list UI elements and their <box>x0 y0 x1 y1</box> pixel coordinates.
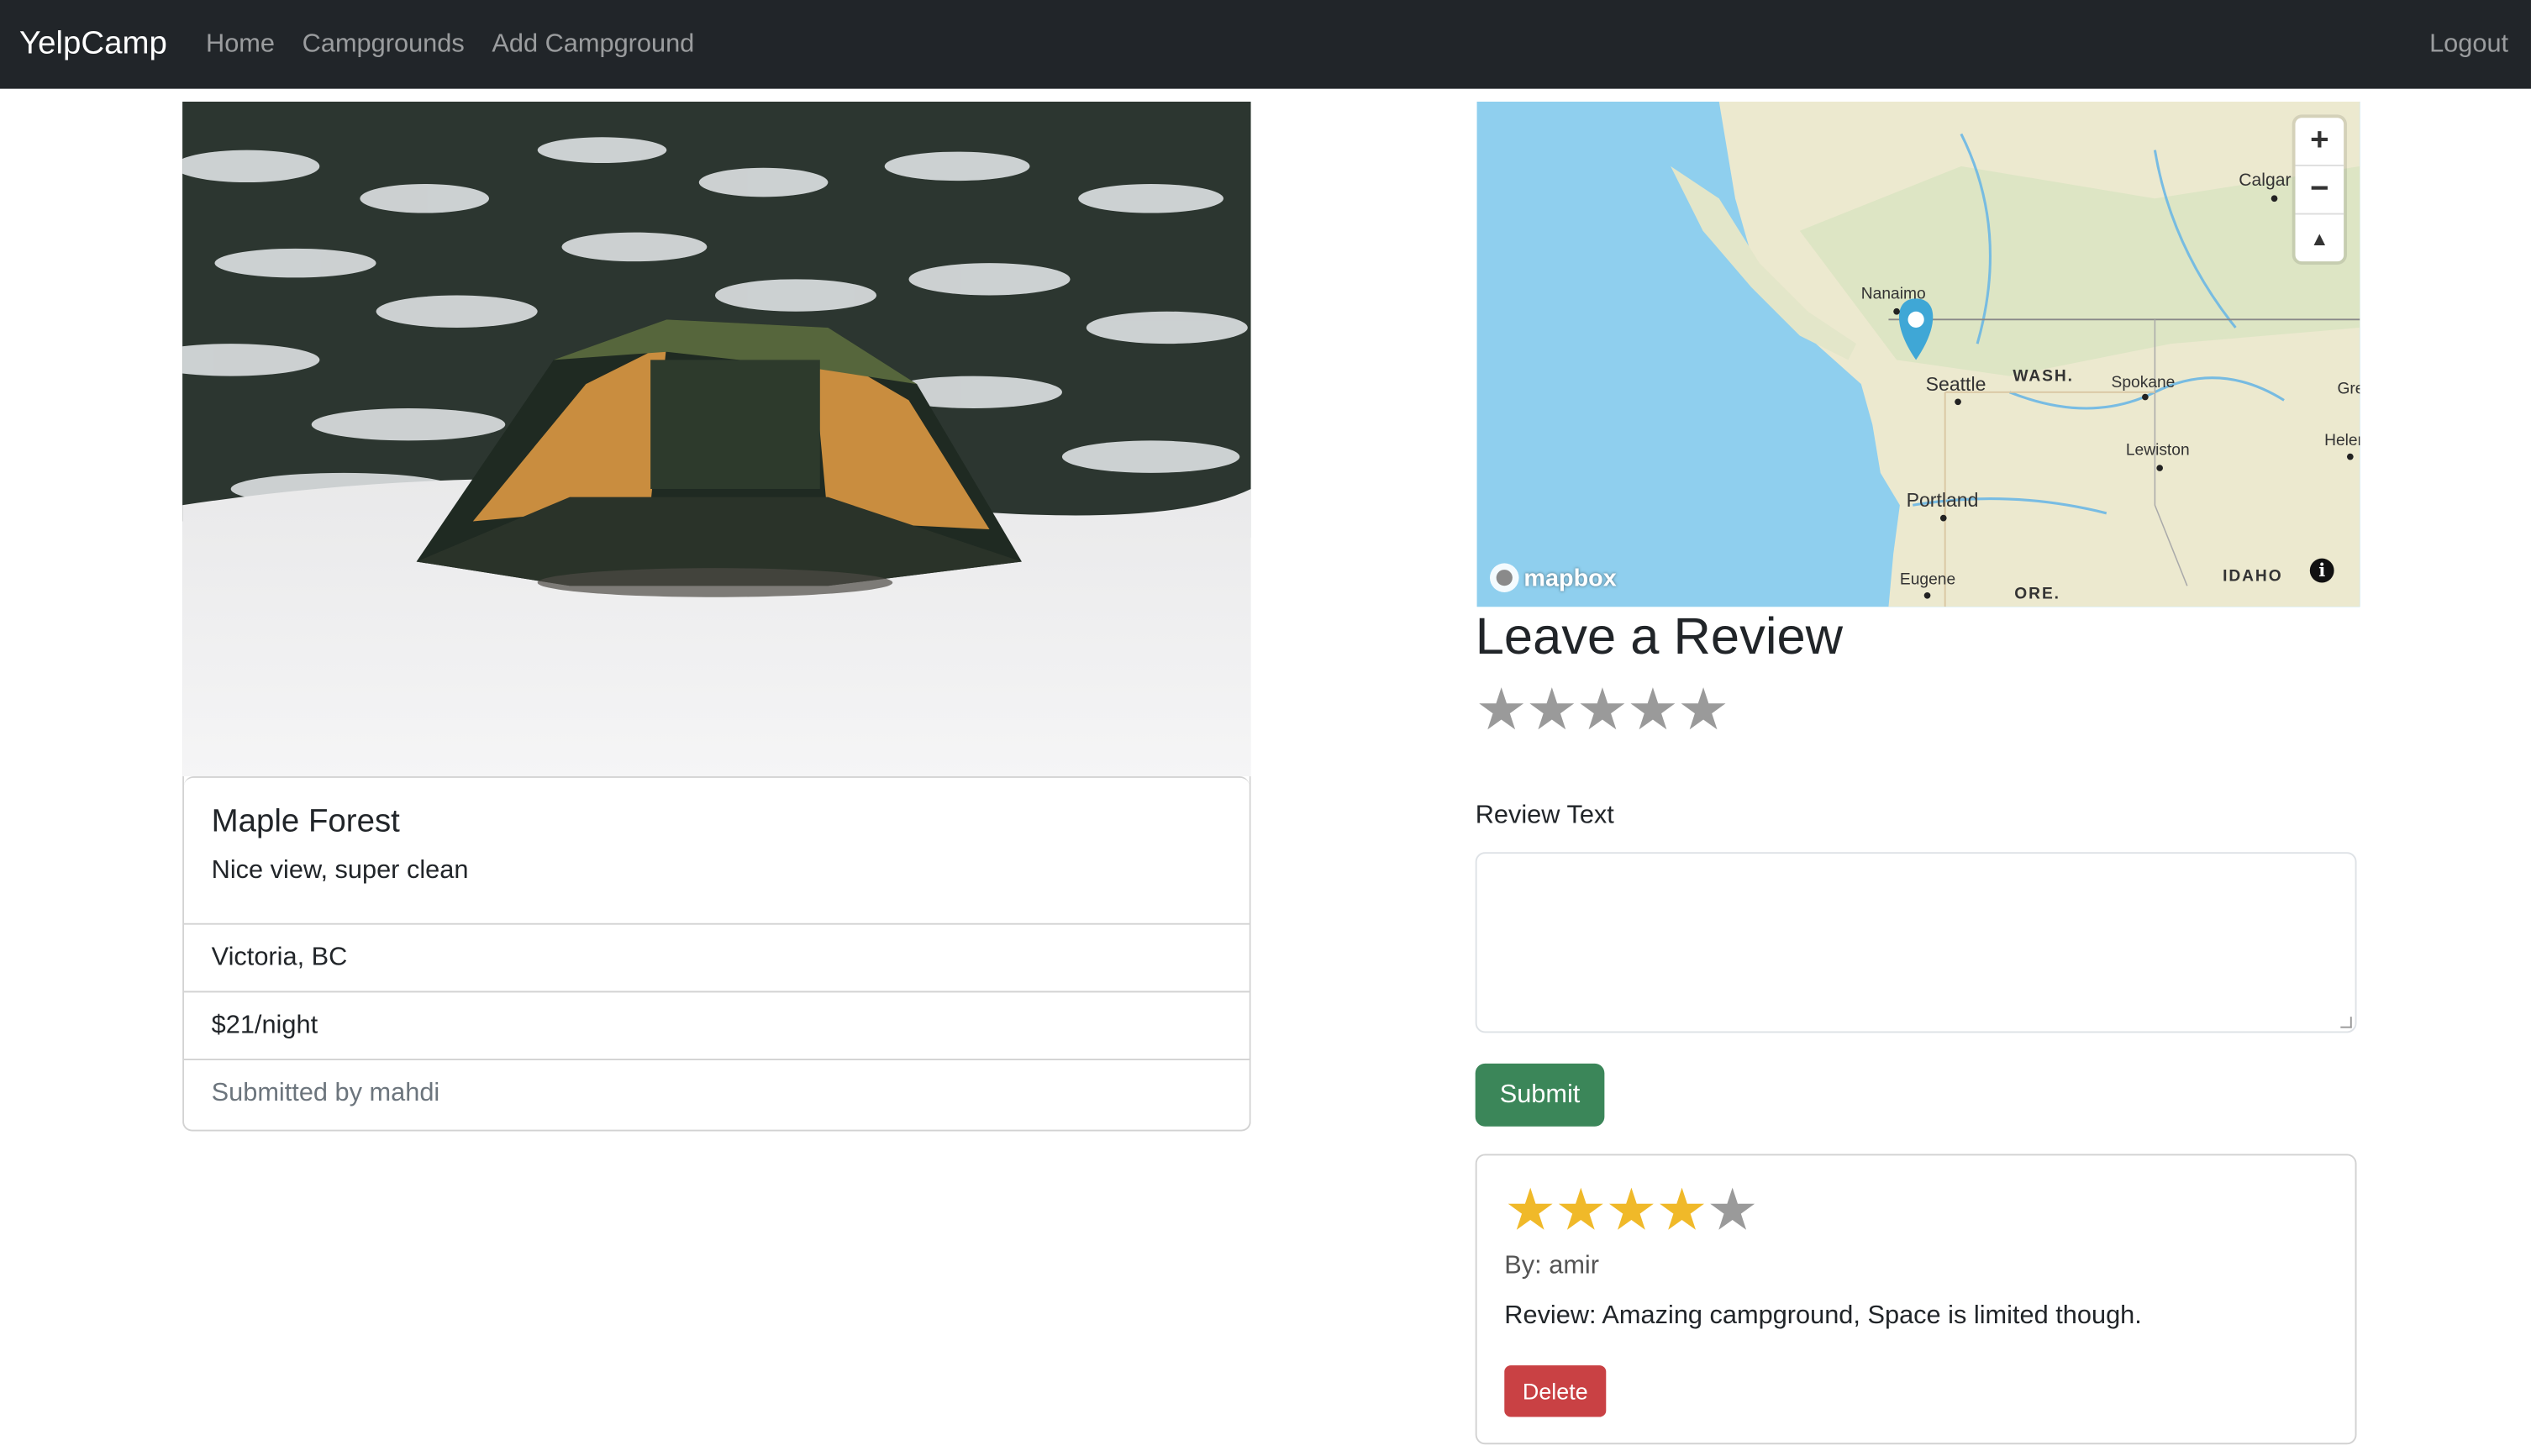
campground-description: Nice view, super clean <box>211 856 469 885</box>
map-label-wash: WASH. <box>2013 367 2074 386</box>
campground-price: $21/night <box>183 991 1250 1059</box>
map-label-idaho: IDAHO <box>2223 568 2283 586</box>
brand-link[interactable]: YelpCamp <box>19 26 167 63</box>
map-label-spokane: Spokane <box>2111 374 2176 392</box>
star-icon[interactable]: ★ <box>1677 681 1729 739</box>
campground-photo <box>182 102 1251 776</box>
star-icon[interactable]: ★ <box>1627 681 1679 739</box>
star-icon: ★ <box>1555 1176 1608 1243</box>
map-navigation-control: + − ▲ <box>2295 118 2344 262</box>
star-icon[interactable]: ★ <box>1526 681 1578 739</box>
star-icon[interactable]: ★ <box>1576 681 1629 739</box>
campground-map[interactable]: Calgar Nanaimo Seattle WASH. Spokane Gre… <box>1476 102 2360 607</box>
review-author: By: amir <box>1504 1252 1599 1280</box>
campground-title: Maple Forest <box>211 803 400 839</box>
map-label-portland: Portland <box>1906 489 1979 512</box>
review-text: Review: Amazing campground, Space is lim… <box>1504 1302 2142 1330</box>
review-rating-stars: ★ ★ ★ ★ ★ <box>1504 1176 1759 1243</box>
resize-handle[interactable] <box>2340 1017 2352 1028</box>
star-icon: ★ <box>1655 1176 1708 1243</box>
attribution-info-icon[interactable]: i <box>2309 558 2334 583</box>
submit-button[interactable]: Submit <box>1475 1063 1605 1127</box>
navbar: YelpCamp Home Campgrounds Add Campground… <box>0 0 2531 89</box>
logout-link[interactable]: Logout <box>2429 30 2508 60</box>
mapbox-logo-icon <box>1489 563 1519 592</box>
map-label-seattle: Seattle <box>1925 372 1986 396</box>
nav-link-home[interactable]: Home <box>206 30 275 60</box>
campground-card: Maple Forest Nice view, super clean Vict… <box>182 775 1251 1132</box>
review-textarea[interactable] <box>1475 852 2357 1033</box>
star-icon[interactable]: ★ <box>1476 681 1528 739</box>
star-icon: ★ <box>1706 1176 1759 1243</box>
rating-stars-input[interactable]: ★ ★ ★ ★ ★ <box>1476 681 1729 739</box>
map-label-great-falls: Gre <box>2337 381 2360 399</box>
review-text-label: Review Text <box>1475 802 1614 830</box>
mapbox-logo[interactable]: mapbox <box>1488 561 1617 593</box>
compass-button[interactable]: ▲ <box>2296 214 2344 261</box>
star-icon: ★ <box>1504 1176 1557 1243</box>
map-label-calgary: Calgar <box>2239 171 2292 191</box>
card-body: Maple Forest Nice view, super clean <box>183 775 1250 923</box>
map-label-lewiston: Lewiston <box>2125 442 2190 460</box>
zoom-out-button[interactable]: − <box>2295 166 2344 215</box>
map-label-nanaimo: Nanaimo <box>1860 285 1926 304</box>
nav-link-add-campground[interactable]: Add Campground <box>492 30 694 60</box>
zoom-in-button[interactable]: + <box>2295 118 2344 166</box>
map-label-ore: ORE. <box>2014 586 2060 604</box>
campground-location: Victoria, BC <box>183 922 1250 991</box>
star-icon: ★ <box>1605 1176 1658 1243</box>
delete-review-button[interactable]: Delete <box>1504 1365 1607 1417</box>
map-label-helena: Helen <box>2324 432 2360 450</box>
review-form-heading: Leave a Review <box>1475 607 1844 665</box>
map-label-eugene: Eugene <box>1899 570 1956 590</box>
submitted-by: Submitted by mahdi <box>183 1059 1250 1127</box>
review-card: ★ ★ ★ ★ ★ By: amir Review: Amazing campgroun… <box>1475 1154 2357 1445</box>
nav-link-campgrounds[interactable]: Campgrounds <box>303 30 465 60</box>
